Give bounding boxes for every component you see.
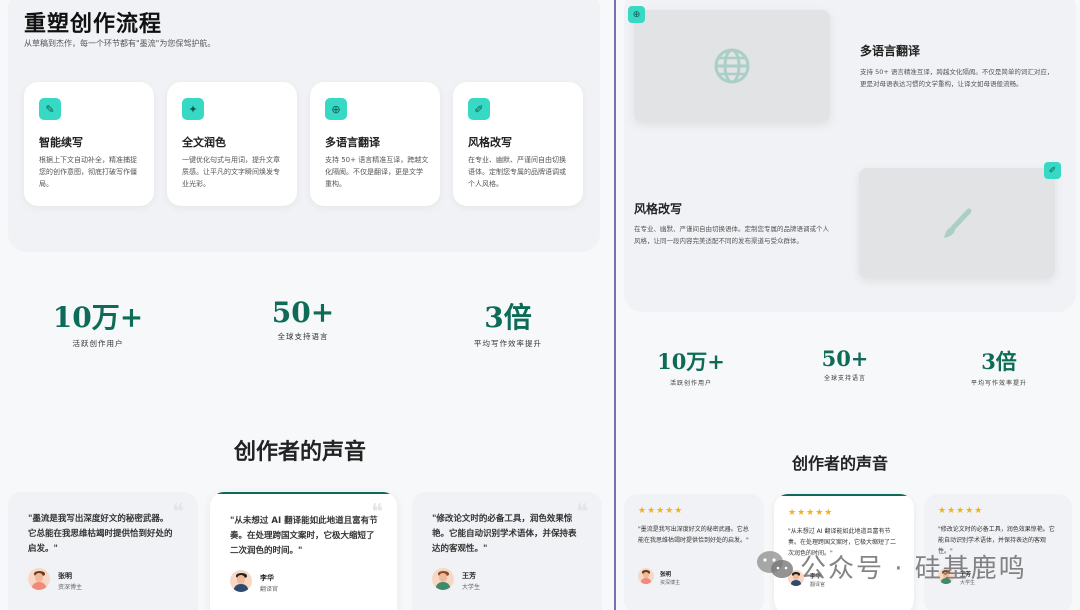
avatar (638, 568, 654, 584)
voices-title: 创作者的声音 (234, 439, 367, 465)
stat-users: 10万+ 活跃创作用户 (646, 346, 736, 387)
brush-icon (944, 208, 972, 238)
avatar (432, 568, 454, 590)
stat-label: 全球支持语言 (277, 332, 329, 341)
stat-number: 50+ (821, 346, 869, 371)
avatar (230, 570, 252, 592)
style-image (859, 168, 1055, 278)
pencil-icon: ✎ (39, 98, 61, 120)
feature-desc: 一键优化句式与用词，提升文章质感。让平凡的文字瞬间焕发专业光彩。 (182, 156, 280, 188)
stat-efficiency: 3倍 平均写作效率提升 (954, 346, 1044, 387)
watermark-text: 公众号 · 硅基鹿鸣 (800, 554, 1027, 584)
stat-label: 全球支持语言 (823, 375, 866, 382)
left-pane: 重塑创作流程 从草稿到杰作，每一个环节都有"墨流"为您保驾护航。 ✎ 智能续写 … (0, 0, 614, 610)
author-role: 资深博主 (58, 584, 83, 591)
right-pane: ⊕ 多语言翻译 支持 50+ 语言精准互译，跨越文化隔阂。不仅是简单的词汇对应，… (616, 0, 1080, 610)
testimonial-text: "墨流是我写出深度好文的秘密武器。它总能在我思维枯竭时提供恰到好处的启发。" (28, 514, 173, 554)
testimonial-card: ❝ "墨流是我写出深度好文的秘密武器。它总能在我思维枯竭时提供恰到好处的启发。"… (8, 492, 198, 610)
feature-card-polish[interactable]: ✦ 全文润色 一键优化句式与用词，提升文章质感。让平凡的文字瞬间焕发专业光彩。 (167, 82, 297, 206)
rating-stars: ★★★★★ (638, 506, 684, 516)
feature-card-translate[interactable]: ⊕ 多语言翻译 支持 50+ 语言精准互译，跨越文化隔阂。不仅是翻译，更是文学重… (310, 82, 440, 206)
testimonial-card: ★★★★★ "墨流是我写出深度好文的秘密武器。它总能在我思维枯竭时提供恰到好处的… (624, 494, 764, 610)
stat-number: 10万+ (52, 301, 144, 334)
rating-stars: ★★★★★ (788, 508, 834, 518)
testimonial-card-featured: ❝ "从未想过 AI 翻译能如此地道且富有节奏。在处理跨国文案时，它极大缩短了二… (210, 492, 397, 610)
stat-number: 10万+ (657, 349, 725, 374)
stat-number: 3倍 (981, 349, 1017, 374)
stat-number: 3倍 (484, 301, 532, 334)
translate-desc: 支持 50+ 语言精准互译，跨越文化隔阂。不仅是简单的词汇对应，更是对母语表达习… (860, 68, 1054, 88)
feature-card-style[interactable]: ✐ 风格改写 在专业、幽默、严谨间自由切换语体。定制您专属的品牌语调或个人风格。 (453, 82, 583, 206)
feature-title: 风格改写 (468, 136, 512, 149)
globe-icon (714, 48, 750, 84)
avatar (28, 568, 50, 590)
author-name: 王芳 (462, 572, 476, 580)
wechat-icon (757, 551, 793, 578)
brush-badge-icon: ✐ (1044, 162, 1061, 179)
testimonial-card: ❝ "修改论文时的必备工具，润色效果惊艳。它能自动识别学术语体，并保持表达的客观… (412, 492, 602, 610)
accent-bar (774, 494, 914, 496)
testimonial-text: "墨流是我写出深度好文的秘密武器。它总能在我思维枯竭时提供恰到好处的启发。" (638, 526, 749, 544)
globe-badge-icon: ⊕ (628, 6, 645, 23)
translate-title: 多语言翻译 (860, 44, 921, 58)
brush-icon: ✐ (468, 98, 490, 120)
stat-languages: 50+ 全球支持语言 (800, 346, 890, 382)
feature-card-continue[interactable]: ✎ 智能续写 根据上下文自动补全，精准捕捉您的创作意图，彻底打破写作僵局。 (24, 82, 154, 206)
feature-title: 智能续写 (39, 136, 83, 149)
accent-bar (210, 492, 397, 494)
stat-label: 活跃创作用户 (669, 380, 712, 387)
translate-image (634, 10, 830, 122)
author-name: 张明 (58, 572, 72, 580)
stat-number: 50+ (271, 296, 335, 329)
feature-title: 全文润色 (182, 136, 226, 149)
stat-label: 平均写作效率提升 (970, 380, 1027, 387)
style-title: 风格改写 (634, 202, 683, 216)
stat-label: 平均写作效率提升 (474, 339, 542, 348)
testimonial-text: "修改论文时的必备工具，润色效果惊艳。它能自动识别学术语体，并保持表达的客观性。… (432, 514, 577, 554)
style-desc: 在专业、幽默、严谨间自由切换语体。定制您专属的品牌语调或个人风格，让同一段内容完… (634, 225, 829, 245)
testimonial-text: "从未想过 AI 翻译能如此地道且富有节奏。在处理跨国文案时，它极大缩短了二次润… (230, 516, 378, 556)
author-role: 大学生 (462, 584, 481, 591)
stat-languages: 50+ 全球支持语言 (243, 296, 363, 342)
voices-title: 创作者的声音 (792, 454, 889, 473)
author-name: 李华 (260, 574, 274, 582)
feature-title: 多语言翻译 (325, 136, 380, 149)
feature-desc: 根据上下文自动补全，精准捕捉您的创作意图，彻底打破写作僵局。 (39, 156, 137, 188)
feature-desc: 支持 50+ 语言精准互译，跨越文化隔阂。不仅是翻译，更是文学重构。 (325, 156, 429, 188)
author-role: 资深博主 (660, 580, 681, 586)
rating-stars: ★★★★★ (938, 506, 984, 516)
author-name: 张明 (660, 572, 672, 578)
sparkle-icon: ✦ (182, 98, 204, 120)
globe-icon: ⊕ (325, 98, 347, 120)
author-role: 翻译官 (260, 586, 279, 593)
page-subtitle: 从草稿到杰作，每一个环节都有"墨流"为您保驾护航。 (24, 39, 216, 48)
page-title: 重塑创作流程 (24, 11, 163, 37)
stat-efficiency: 3倍 平均写作效率提升 (448, 296, 568, 349)
stat-label: 活跃创作用户 (72, 339, 124, 348)
stat-users: 10万+ 活跃创作用户 (38, 296, 158, 349)
feature-desc: 在专业、幽默、严谨间自由切换语体。定制您专属的品牌语调或个人风格。 (468, 156, 566, 188)
